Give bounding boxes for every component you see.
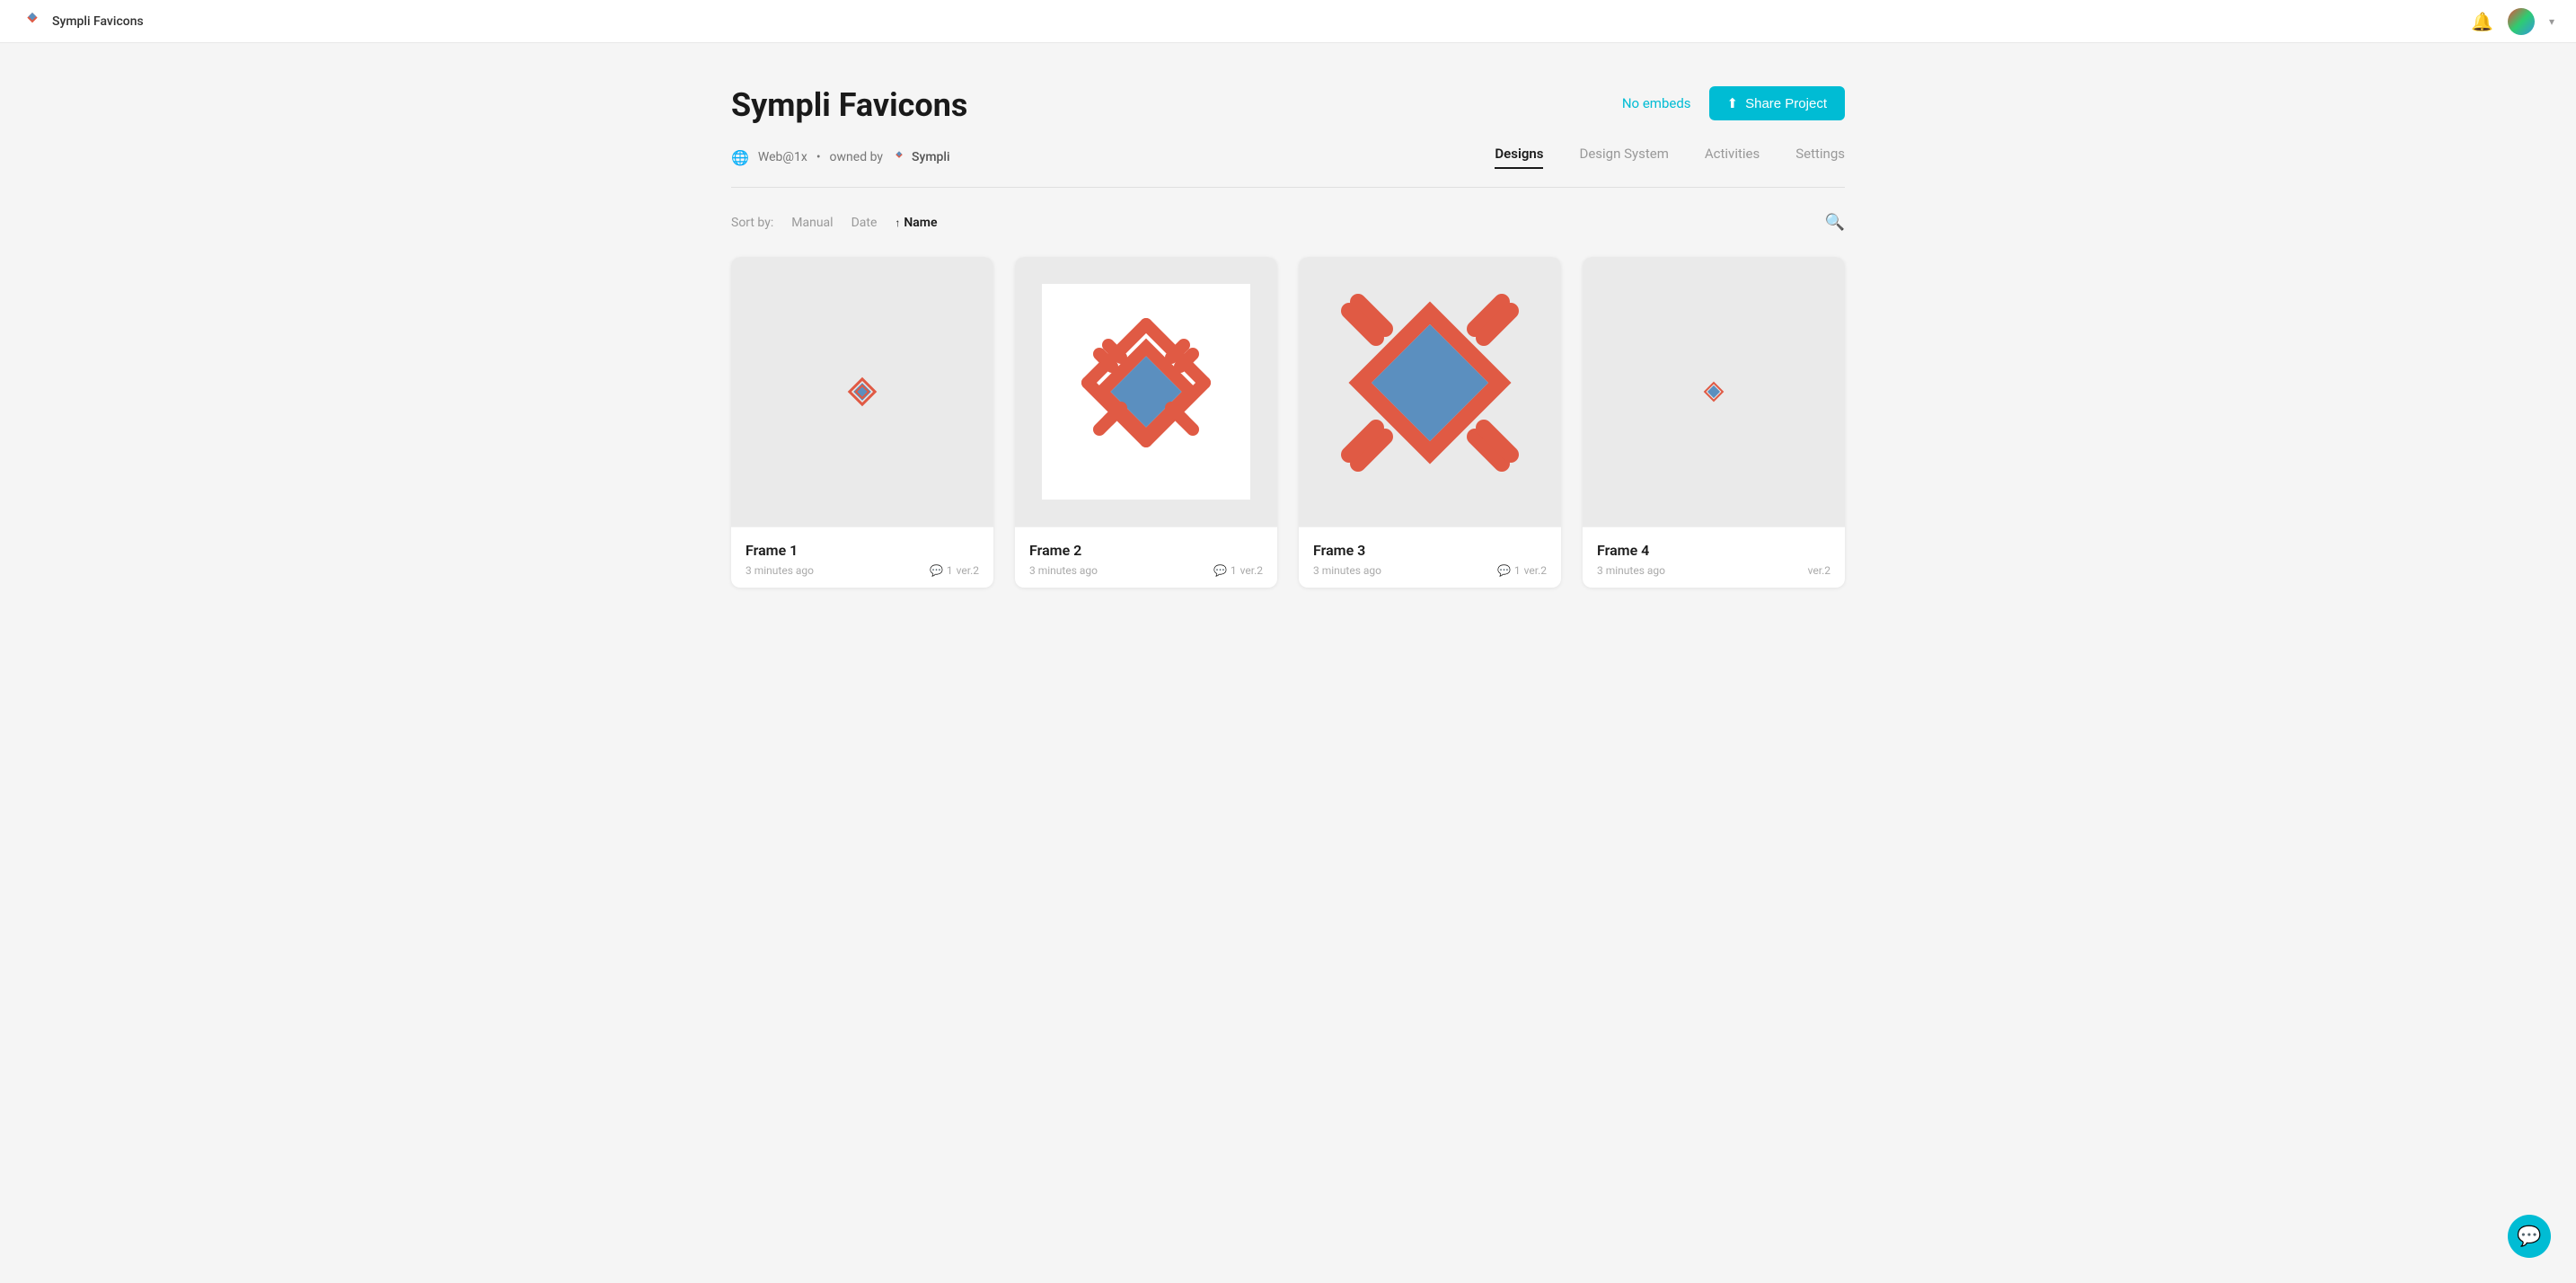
card-meta-frame2: 3 minutes ago 💬 1 ver.2 — [1029, 564, 1263, 577]
card-name-frame2: Frame 2 — [1029, 542, 1263, 559]
comment-icon-frame2: 💬 — [1213, 564, 1227, 577]
version-label: ver.2 — [957, 564, 979, 577]
frame1-preview-icon — [844, 374, 880, 410]
card-name-frame3: Frame 3 — [1313, 542, 1547, 559]
tab-designs[interactable]: Designs — [1495, 146, 1543, 169]
sort-controls: Sort by: Manual Date ↑ Name — [731, 216, 938, 230]
card-footer-frame4: Frame 4 3 minutes ago ver.2 — [1583, 526, 1845, 588]
owner-name: Sympli — [912, 150, 950, 164]
nav-actions: 🔔 ▾ — [2471, 8, 2554, 35]
card-preview-frame4 — [1583, 257, 1845, 526]
nav-brand: Sympli Favicons — [22, 11, 144, 32]
owner-link[interactable]: Sympli — [892, 150, 950, 164]
scope-label: Web@1x — [758, 150, 807, 164]
globe-icon: 🌐 — [731, 149, 749, 166]
owner-logo-icon — [892, 150, 906, 164]
no-embeds-link[interactable]: No embeds — [1622, 95, 1691, 111]
page-subtitle: 🌐 Web@1x • owned by Sympli — [731, 149, 950, 166]
card-meta-frame1: 3 minutes ago 💬 1 ver.2 — [745, 564, 979, 577]
card-frame4[interactable]: Frame 4 3 minutes ago ver.2 — [1583, 257, 1845, 588]
user-menu-chevron-icon[interactable]: ▾ — [2549, 15, 2554, 28]
tab-bar: Designs Design System Activities Setting… — [1495, 146, 1845, 169]
card-meta-frame4: 3 minutes ago ver.2 — [1597, 564, 1831, 577]
sympli-logo-icon — [22, 11, 43, 32]
version-label-frame2: ver.2 — [1240, 564, 1263, 577]
share-icon: ⬆ — [1727, 95, 1739, 111]
card-frame2[interactable]: Frame 2 3 minutes ago 💬 1 ver.2 — [1015, 257, 1277, 588]
card-version-frame2: 💬 1 ver.2 — [1213, 564, 1263, 577]
tab-activities[interactable]: Activities — [1705, 146, 1760, 169]
divider — [731, 187, 1845, 188]
sort-name[interactable]: ↑ Name — [895, 216, 937, 230]
card-time-frame3: 3 minutes ago — [1313, 564, 1381, 577]
card-frame1[interactable]: Frame 1 3 minutes ago 💬 1 ver.2 — [731, 257, 993, 588]
frame2-inner — [1042, 284, 1250, 500]
comment-count-frame3: 1 — [1514, 564, 1521, 577]
sort-label: Sort by: — [731, 216, 773, 230]
card-version-frame1: 💬 1 ver.2 — [930, 564, 979, 577]
designs-grid: Frame 1 3 minutes ago 💬 1 ver.2 — [731, 257, 1845, 588]
sort-manual[interactable]: Manual — [791, 216, 833, 230]
owned-by-text: owned by — [830, 150, 883, 164]
card-footer-frame1: Frame 1 3 minutes ago 💬 1 ver.2 — [731, 526, 993, 588]
version-label-frame3: ver.2 — [1524, 564, 1547, 577]
card-time-frame2: 3 minutes ago — [1029, 564, 1098, 577]
tab-settings[interactable]: Settings — [1795, 146, 1845, 169]
page-header: Sympli Favicons No embeds ⬆ Share Projec… — [731, 86, 1845, 124]
header-actions: No embeds ⬆ Share Project — [1622, 86, 1845, 120]
frame3-preview-icon — [1322, 275, 1538, 509]
card-meta-frame3: 3 minutes ago 💬 1 ver.2 — [1313, 564, 1547, 577]
card-name-frame1: Frame 1 — [745, 542, 979, 559]
card-time-frame1: 3 minutes ago — [745, 564, 814, 577]
notifications-icon[interactable]: 🔔 — [2471, 11, 2493, 32]
card-name-frame4: Frame 4 — [1597, 542, 1831, 559]
comment-count: 1 — [947, 564, 953, 577]
sort-search-row: Sort by: Manual Date ↑ Name 🔍 — [731, 213, 1845, 232]
chat-icon: 💬 — [2517, 1225, 2541, 1248]
main-content: Sympli Favicons No embeds ⬆ Share Projec… — [659, 43, 1917, 588]
card-footer-frame2: Frame 2 3 minutes ago 💬 1 ver.2 — [1015, 526, 1277, 588]
separator: • — [816, 150, 821, 164]
version-label-frame4: ver.2 — [1808, 564, 1831, 577]
card-footer-frame3: Frame 3 3 minutes ago 💬 1 ver.2 — [1299, 526, 1561, 588]
card-frame3[interactable]: Frame 3 3 minutes ago 💬 1 ver.2 — [1299, 257, 1561, 588]
share-project-button[interactable]: ⬆ Share Project — [1709, 86, 1845, 120]
comment-icon-frame3: 💬 — [1497, 564, 1511, 577]
sort-arrow-icon: ↑ — [895, 217, 900, 229]
nav-title: Sympli Favicons — [52, 14, 144, 29]
card-preview-frame3 — [1299, 257, 1561, 526]
frame4-preview-icon — [1700, 378, 1727, 405]
card-version-frame3: 💬 1 ver.2 — [1497, 564, 1547, 577]
comment-count-frame2: 1 — [1231, 564, 1237, 577]
frame2-preview-icon — [1065, 311, 1227, 473]
card-version-frame4: ver.2 — [1808, 564, 1831, 577]
page-title: Sympli Favicons — [731, 86, 967, 124]
search-button[interactable]: 🔍 — [1825, 213, 1845, 232]
tab-design-system[interactable]: Design System — [1579, 146, 1668, 169]
sort-date[interactable]: Date — [851, 216, 878, 230]
user-avatar[interactable] — [2508, 8, 2535, 35]
top-navigation: Sympli Favicons 🔔 ▾ — [0, 0, 2576, 43]
card-preview-frame1 — [731, 257, 993, 526]
comment-icon: 💬 — [930, 564, 943, 577]
card-preview-frame2 — [1015, 257, 1277, 526]
chat-support-button[interactable]: 💬 — [2508, 1215, 2551, 1258]
card-time-frame4: 3 minutes ago — [1597, 564, 1665, 577]
